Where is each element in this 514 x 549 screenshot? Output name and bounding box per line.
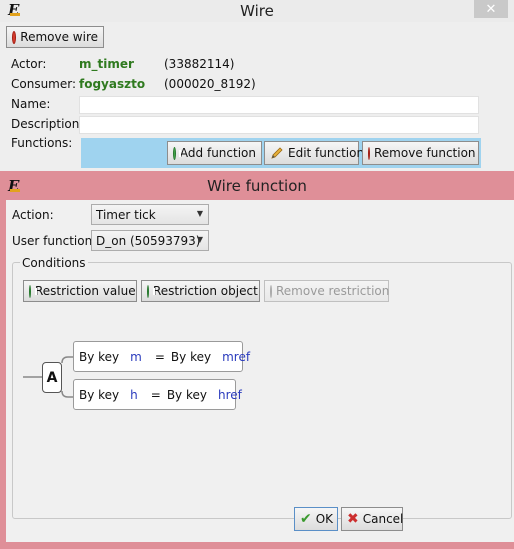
add-function-label: Add function bbox=[179, 146, 256, 160]
description-label: Description: bbox=[11, 117, 84, 131]
remove-icon bbox=[368, 146, 370, 160]
condition-key: h bbox=[130, 387, 138, 402]
consumer-value: fogyaszto bbox=[79, 77, 146, 91]
actor-label: Actor: bbox=[11, 57, 47, 71]
remove-restriction-button: Remove restriction bbox=[264, 280, 389, 302]
condition-by-key: By key bbox=[79, 387, 120, 402]
restriction-value-label: Restriction value bbox=[35, 284, 136, 298]
wire-function-window: E Wire function Action: Timer tick ▼ Use… bbox=[0, 171, 514, 549]
chevron-down-icon: ▼ bbox=[196, 235, 203, 244]
name-field[interactable] bbox=[79, 96, 479, 114]
remove-wire-label: Remove wire bbox=[20, 30, 98, 44]
condition-ref: mref bbox=[222, 349, 251, 364]
restriction-value-button[interactable]: Restriction value bbox=[23, 280, 137, 302]
and-operator-label: A bbox=[46, 369, 58, 386]
action-label: Action: bbox=[12, 208, 54, 222]
wire-function-title: Wire function bbox=[207, 177, 307, 195]
condition-key: m bbox=[130, 349, 142, 364]
action-value: Timer tick bbox=[96, 208, 156, 222]
actor-id: (33882114) bbox=[164, 57, 235, 71]
add-icon bbox=[29, 284, 37, 298]
cancel-button[interactable]: ✖ Cancel bbox=[341, 507, 403, 531]
edit-pencil-icon bbox=[270, 146, 284, 160]
actor-value: m_timer bbox=[79, 57, 134, 71]
wire-function-titlebar: E Wire function bbox=[0, 171, 514, 199]
ok-check-icon: ✔ bbox=[300, 511, 312, 527]
action-select[interactable]: Timer tick ▼ bbox=[91, 204, 209, 225]
description-field[interactable] bbox=[79, 116, 479, 134]
condition-by-key-ref: By key bbox=[166, 387, 207, 402]
remove-function-button[interactable]: Remove function bbox=[362, 141, 479, 165]
user-function-select[interactable]: D_on (50593793) ▼ bbox=[91, 230, 209, 251]
and-operator-node[interactable]: A bbox=[42, 362, 62, 393]
restriction-object-label: Restriction object bbox=[153, 284, 258, 298]
ok-label: OK bbox=[315, 512, 334, 526]
condition-ref: href bbox=[217, 387, 242, 402]
functions-label: Functions: bbox=[11, 136, 73, 150]
remove-function-label: Remove function bbox=[374, 146, 476, 160]
conditions-legend: Conditions bbox=[20, 256, 88, 270]
condition-by-key-ref: By key bbox=[170, 349, 212, 364]
cancel-label: Cancel bbox=[362, 512, 404, 526]
remove-restriction-label: Remove restriction bbox=[276, 284, 390, 298]
add-icon bbox=[147, 284, 155, 298]
wire-titlebar: E Wire ✕ bbox=[0, 0, 514, 22]
condition-row[interactable]: By key m = By key mref bbox=[73, 341, 250, 372]
consumer-label: Consumer: bbox=[11, 77, 77, 91]
remove-icon bbox=[270, 284, 272, 298]
consumer-id: (000020_8192) bbox=[164, 77, 256, 91]
cancel-x-icon: ✖ bbox=[347, 511, 359, 527]
edit-function-label: Edit function bbox=[288, 146, 365, 160]
remove-wire-button[interactable]: Remove wire bbox=[6, 26, 104, 48]
name-label: Name: bbox=[11, 97, 51, 111]
restriction-object-button[interactable]: Restriction object bbox=[141, 280, 260, 302]
condition-equals: = bbox=[150, 387, 161, 402]
user-function-label: User function: bbox=[12, 234, 97, 248]
condition-by-key: By key bbox=[79, 349, 120, 364]
close-icon: ✕ bbox=[485, 1, 497, 17]
add-function-button[interactable]: Add function bbox=[167, 141, 262, 165]
chevron-down-icon: ▼ bbox=[196, 209, 203, 218]
edit-function-button[interactable]: Edit function bbox=[264, 141, 364, 165]
condition-row[interactable]: By key h = By key href bbox=[73, 379, 242, 410]
add-icon bbox=[173, 146, 181, 160]
ok-button[interactable]: ✔ OK bbox=[294, 507, 338, 531]
close-button[interactable]: ✕ bbox=[474, 0, 508, 18]
wire-window: E Wire ✕ Remove wire Actor: m_timer (338… bbox=[0, 0, 514, 175]
condition-equals: = bbox=[154, 349, 165, 364]
wire-title: Wire bbox=[240, 2, 274, 20]
wire-function-content: Action: Timer tick ▼ User function: D_on… bbox=[6, 200, 514, 542]
remove-icon bbox=[12, 30, 17, 44]
user-function-value: D_on (50593793) bbox=[96, 234, 201, 248]
